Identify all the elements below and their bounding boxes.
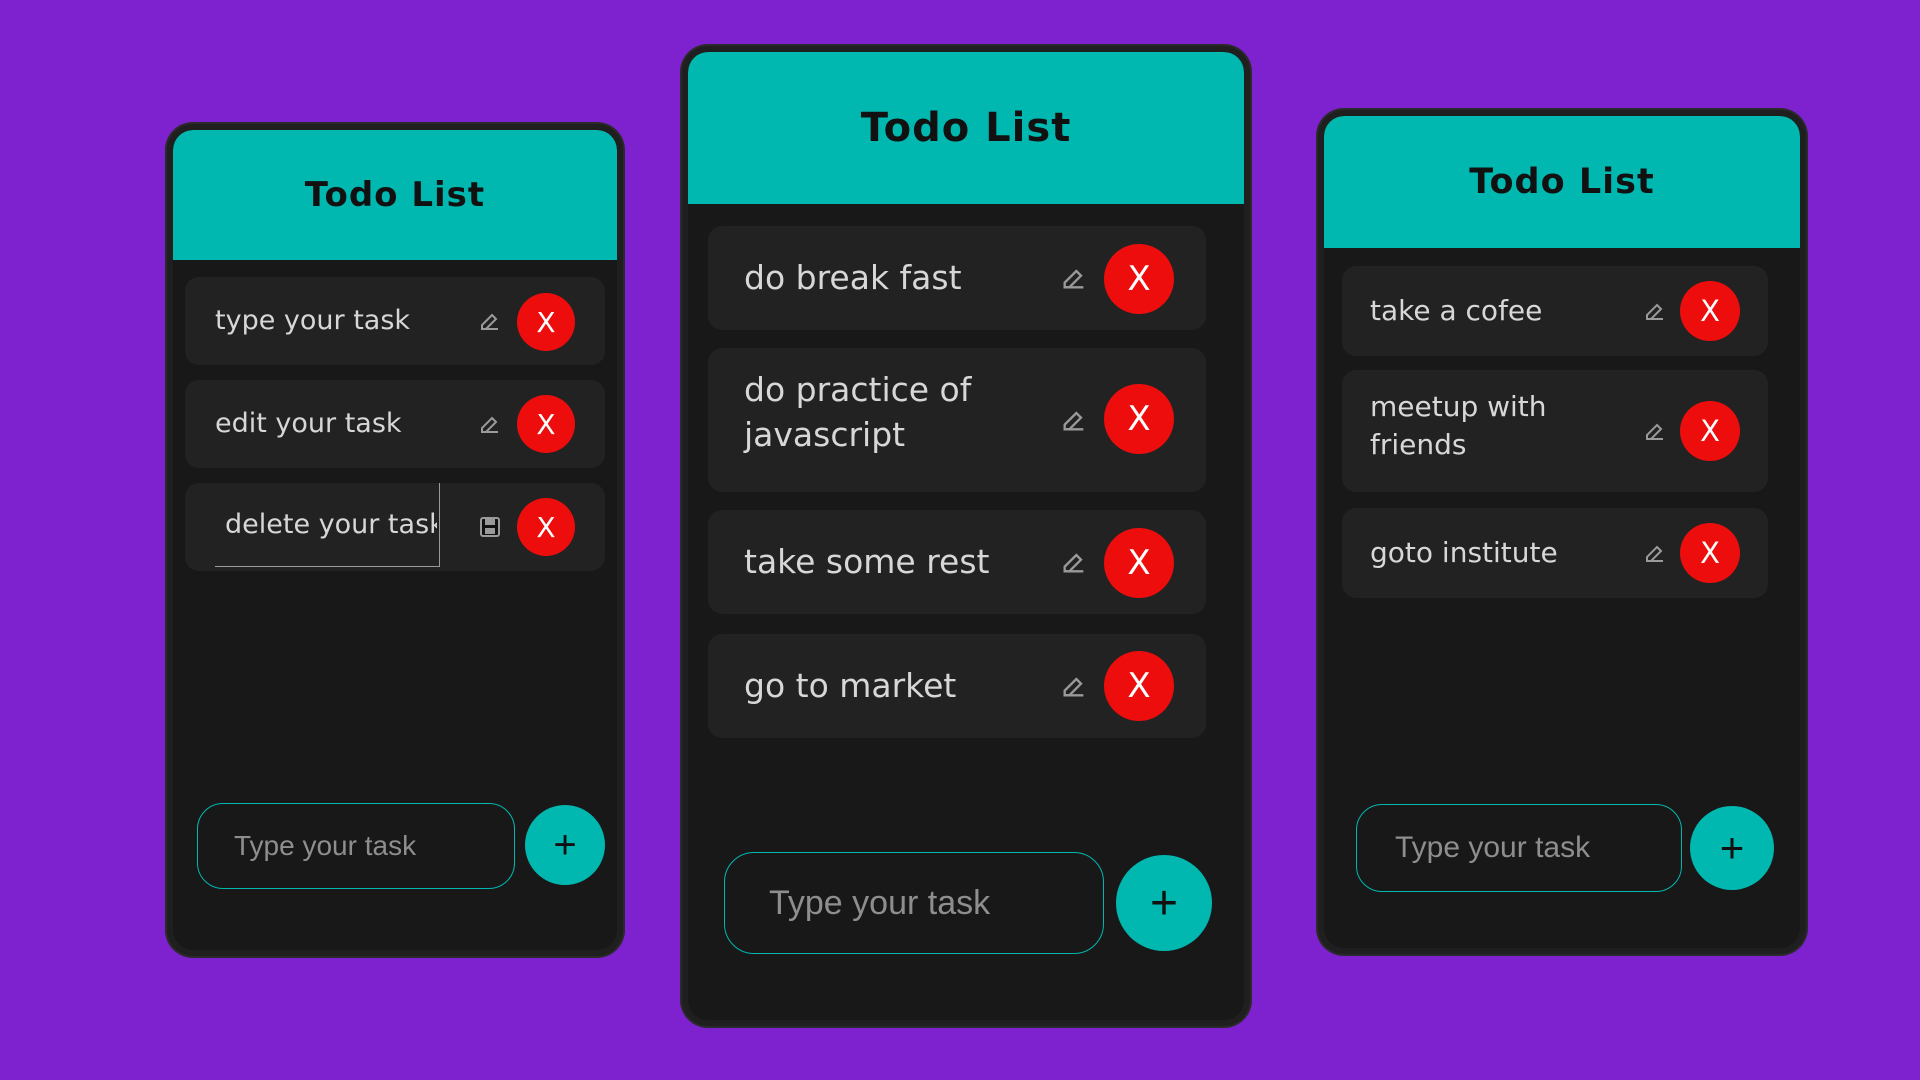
delete-button[interactable]: X — [1104, 651, 1174, 721]
delete-button[interactable]: X — [1680, 401, 1740, 461]
list-item: edit your task X — [185, 380, 605, 468]
edit-icon[interactable] — [1056, 668, 1092, 704]
task-text: do practice of javascript — [744, 370, 972, 454]
edit-icon[interactable] — [1056, 544, 1092, 580]
edit-icon[interactable] — [1056, 402, 1092, 438]
list-item: do break fast X — [708, 226, 1206, 330]
add-button[interactable]: + — [1116, 855, 1212, 951]
edit-icon[interactable] — [1640, 296, 1670, 326]
edit-icon[interactable] — [1640, 538, 1670, 568]
list-item: goto institute X — [1342, 508, 1768, 598]
card-header: Todo List — [1324, 116, 1800, 248]
delete-button[interactable]: X — [517, 498, 575, 556]
list-item: do practice of javascript X — [708, 348, 1206, 492]
edit-icon[interactable] — [475, 409, 505, 439]
list-item: X — [185, 483, 605, 571]
card-title: Todo List — [304, 175, 486, 215]
task-text: edit your task — [215, 407, 402, 439]
task-text: do break fast — [744, 257, 962, 297]
delete-button[interactable]: X — [1104, 528, 1174, 598]
card-title: Todo List — [1469, 162, 1655, 202]
edit-icon[interactable] — [1640, 416, 1670, 446]
task-text: goto institute — [1370, 536, 1558, 570]
edit-icon[interactable] — [1056, 260, 1092, 296]
card-header: Todo List — [173, 130, 617, 260]
delete-button[interactable]: X — [1680, 281, 1740, 341]
list-item: take some rest X — [708, 510, 1206, 614]
add-button[interactable]: + — [1690, 806, 1774, 890]
task-input[interactable] — [724, 852, 1104, 954]
list-item: meetup with friends X — [1342, 370, 1768, 492]
delete-button[interactable]: X — [1680, 523, 1740, 583]
task-text: take a cofee — [1370, 294, 1543, 328]
todo-card-1: Todo List type your task X edit your tas… — [173, 130, 617, 950]
todo-card-2: Todo List do break fast X do practice of… — [688, 52, 1244, 1020]
task-text: type your task — [215, 304, 411, 336]
todo-card-3: Todo List take a cofee X meetup with fri… — [1324, 116, 1800, 948]
task-edit-input[interactable] — [215, 483, 440, 567]
delete-button[interactable]: X — [1104, 244, 1174, 314]
edit-icon[interactable] — [475, 306, 505, 336]
save-icon[interactable] — [475, 512, 505, 542]
add-button[interactable]: + — [525, 805, 605, 885]
card-header: Todo List — [688, 52, 1244, 204]
list-item: go to market X — [708, 634, 1206, 738]
card-title: Todo List — [860, 105, 1072, 151]
delete-button[interactable]: X — [517, 293, 575, 351]
task-text: meetup with friends — [1370, 390, 1547, 461]
delete-button[interactable]: X — [517, 395, 575, 453]
delete-button[interactable]: X — [1104, 384, 1174, 454]
task-input[interactable] — [1356, 804, 1682, 892]
task-text: go to market — [744, 665, 957, 705]
list-item: take a cofee X — [1342, 266, 1768, 356]
task-input[interactable] — [197, 803, 515, 889]
task-text: take some rest — [744, 541, 990, 581]
list-item: type your task X — [185, 277, 605, 365]
